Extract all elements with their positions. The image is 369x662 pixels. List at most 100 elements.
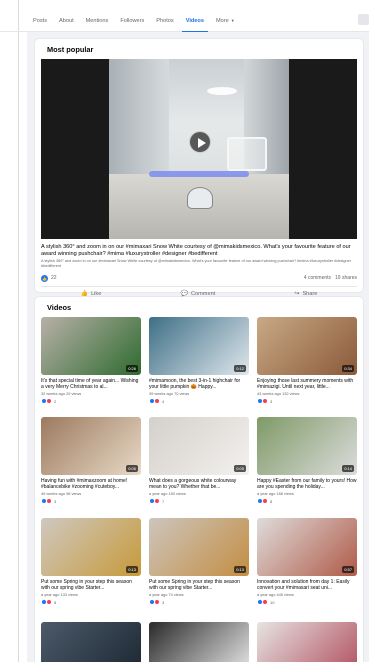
video-thumbnail[interactable]: 0:26 (41, 317, 141, 375)
tab-photos[interactable]: Photos (150, 10, 179, 32)
comment-icon: 💬 (180, 291, 188, 297)
video-item[interactable]: 0:05 What does a gorgeous white colourway… (149, 417, 249, 505)
love-reaction-icon (154, 498, 160, 505)
video-reaction-count: 3 (162, 599, 165, 605)
like-button[interactable]: 👍 Like (80, 290, 102, 298)
most-popular-title: Most popular (47, 45, 94, 54)
video-item[interactable]: 0:57 Innovation and solution from day 1: … (257, 518, 357, 606)
video-reaction-count: 3 (54, 498, 57, 504)
video-reaction-count: 3 (270, 398, 273, 404)
video-meta: a year ago 133 views (41, 592, 78, 598)
love-reaction-icon (46, 398, 52, 405)
video-duration: 0:34 (342, 365, 354, 372)
comment-count[interactable]: 4 comments (304, 275, 331, 281)
video-reaction-count: 10 (270, 599, 275, 605)
video-title[interactable]: Put some Spring in your step this season… (149, 579, 249, 591)
video-thumbnail[interactable]: 0:13 (41, 518, 141, 576)
tab-more[interactable]: More ▼ (210, 10, 241, 32)
video-reactions[interactable]: 8 (257, 498, 357, 505)
scene-glow (149, 171, 249, 177)
tab-mentions[interactable]: Mentions (80, 10, 115, 32)
love-reaction-icon (154, 599, 160, 606)
video-reaction-count: 4 (162, 398, 165, 404)
video-reactions[interactable]: 8 (41, 599, 141, 606)
video-item[interactable] (41, 622, 141, 662)
video-title[interactable]: Having fun with #mimaxzoom at home! #bal… (41, 478, 141, 490)
video-reactions[interactable]: 3 (41, 498, 141, 505)
video-thumbnail[interactable]: 0:57 (257, 518, 357, 576)
video-reactions[interactable]: 10 (257, 599, 357, 606)
video-reactions[interactable]: 3 (149, 599, 249, 606)
video-duration: 0:12 (234, 365, 246, 372)
profile-tabs: Posts About Mentions Followers Photos Vi… (0, 10, 369, 33)
video-duration: 0:13 (126, 566, 138, 573)
video-thumbnail[interactable]: 0:12 (149, 317, 249, 375)
video-meta: a year ago 445 views (257, 592, 294, 598)
video-title[interactable]: #mimamoon, the best 3-in-1 highchair for… (149, 378, 249, 390)
play-icon[interactable] (189, 131, 211, 153)
video-item[interactable]: 0:06 Having fun with #mimaxzoom at home! … (41, 417, 141, 505)
video-title[interactable]: Enjoying those last summery moments with… (257, 378, 357, 390)
video-item[interactable]: 0:14 Happy #Easter from our family to you… (257, 417, 357, 505)
video-meta: 39 weeks ago 70 views (149, 391, 190, 397)
videos-title: Videos (47, 303, 72, 312)
share-button[interactable]: ↪ Share (294, 290, 318, 298)
love-reaction-icon (46, 498, 52, 505)
video-thumbnail[interactable]: 0:13 (149, 518, 249, 576)
share-label: Share (302, 290, 318, 297)
video-thumbnail[interactable]: 0:06 (41, 417, 141, 475)
video-item[interactable]: 0:12 #mimamoon, the best 3-in-1 highchair… (149, 317, 249, 405)
video-reaction-count: 8 (270, 498, 273, 504)
video-thumbnail[interactable]: 0:14 (257, 417, 357, 475)
thumbs-up-icon: 👍 (80, 291, 89, 297)
video-meta: a year ago 150 views (149, 491, 186, 497)
video-duration: 0:57 (342, 566, 354, 573)
video-duration: 0:14 (342, 465, 354, 472)
video-item[interactable]: 0:26 It's that special time of year again… (41, 317, 141, 405)
video-reactions[interactable]: 7 (149, 498, 249, 505)
video-item[interactable] (257, 622, 357, 662)
video-item[interactable] (149, 622, 249, 662)
love-reaction-icon (262, 498, 268, 505)
video-duration: 0:06 (126, 465, 138, 472)
featured-video[interactable] (41, 59, 357, 239)
video-title[interactable]: What does a gorgeous white colourway mea… (149, 478, 249, 490)
tab-videos[interactable]: Videos (180, 10, 210, 33)
like-label: Like (91, 290, 102, 297)
love-reaction-icon (154, 398, 160, 405)
share-count[interactable]: 19 shares (335, 275, 357, 281)
video-meta: 32 weeks ago 29 views (41, 391, 82, 397)
tab-posts[interactable]: Posts (27, 10, 53, 32)
love-reaction-icon (262, 599, 268, 606)
video-item[interactable]: 0:13 Put some Spring in your step this se… (149, 518, 249, 606)
video-title[interactable]: Put some Spring in your step this season… (41, 579, 141, 591)
video-thumbnail[interactable]: 0:05 (149, 417, 249, 475)
tab-followers[interactable]: Followers (114, 10, 150, 32)
video-meta: a year ago 168 views (257, 491, 294, 497)
tab-about[interactable]: About (53, 10, 80, 32)
video-meta: 43 weeks ago 132 views (257, 391, 300, 397)
video-thumbnail[interactable] (257, 622, 357, 662)
video-title[interactable]: Happy #Easter from our family to yours! … (257, 478, 357, 490)
video-item[interactable]: 0:34 Enjoying those last summery moments … (257, 317, 357, 405)
video-thumbnail[interactable]: 0:34 (257, 317, 357, 375)
reaction-count[interactable]: 22 (51, 275, 57, 281)
video-duration: 0:13 (234, 566, 246, 573)
video-title[interactable]: Innovation and solution from day 1: Easi… (257, 579, 357, 591)
scene-light (207, 87, 237, 95)
video-title[interactable]: It's that special time of year again... … (41, 378, 141, 390)
video-reactions[interactable]: 2 (41, 398, 141, 405)
video-reactions[interactable]: 4 (149, 398, 249, 405)
most-popular-card: Most popular A stylish 360° and zoom in … (35, 39, 363, 297)
video-thumbnail[interactable] (149, 622, 249, 662)
share-icon: ↪ (294, 291, 300, 297)
video-reaction-count: 8 (54, 599, 57, 605)
video-item[interactable]: 0:13 Put some Spring in your step this se… (41, 518, 141, 606)
video-meta: a year ago 74 views (149, 592, 184, 598)
video-meta: 49 weeks ago 98 views (41, 491, 82, 497)
video-thumbnail[interactable] (41, 622, 141, 662)
comment-button[interactable]: 💬 Comment (180, 290, 216, 298)
page: Posts About Mentions Followers Photos Vi… (0, 0, 369, 662)
video-reactions[interactable]: 3 (257, 398, 357, 405)
more-options-button[interactable] (358, 14, 369, 25)
